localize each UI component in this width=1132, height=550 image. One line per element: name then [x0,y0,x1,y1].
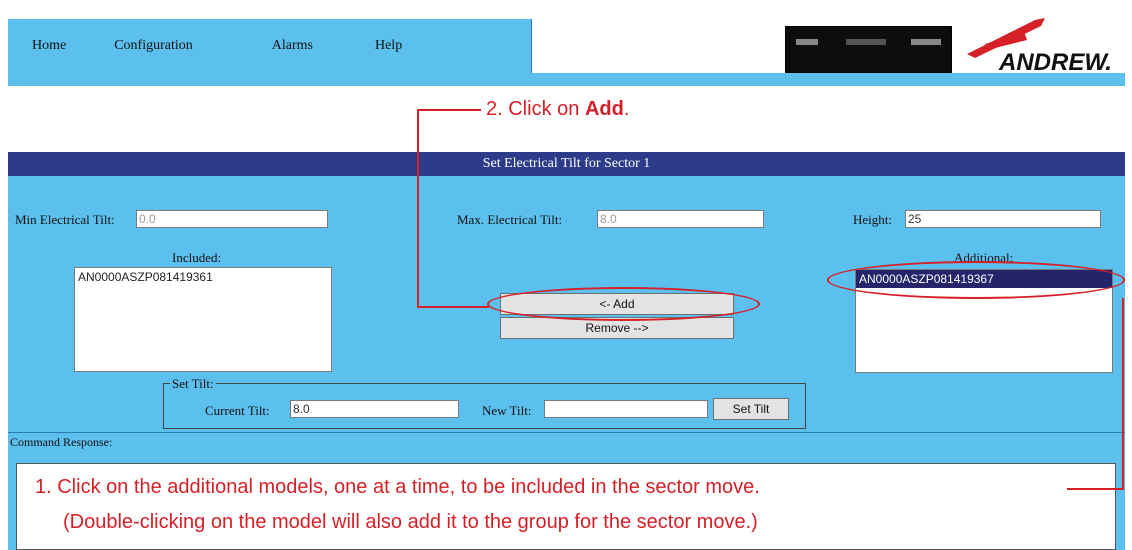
included-list-item[interactable]: AN0000ASZP081419361 [75,268,331,286]
min-tilt-label: Min Electrical Tilt: [15,212,115,227]
included-listbox[interactable]: AN0000ASZP081419361 [74,267,332,372]
device-led-indicator [796,39,818,45]
step2-leader-line [417,109,419,308]
device-product-image [785,26,952,73]
command-response-label: Command Response: [8,432,1125,452]
set-tilt-legend: Set Tilt: [170,376,216,392]
nav-configuration[interactable]: Configuration [114,38,193,54]
current-tilt-input[interactable]: 8.0 [290,400,459,418]
set-tilt-button[interactable]: Set Tilt [713,398,789,420]
new-tilt-label: New Tilt: [482,403,532,418]
height-label: Height: [853,212,892,227]
step2-leader-line [417,109,481,111]
included-label: Included: [172,250,222,265]
step1-leader-line [1122,298,1124,490]
step1-leader-line [1067,488,1124,490]
andrew-logo-text: ANDREW. [998,49,1112,76]
nav-divider [531,19,532,73]
device-led-indicator [911,39,941,45]
andrew-logo: ANDREW. [967,18,1112,76]
max-tilt-input[interactable]: 8.0 [597,210,764,228]
step1-callout-line2: (Double-clicking on the model will also … [63,511,758,533]
nav-help[interactable]: Help [375,38,402,54]
nav-alarms[interactable]: Alarms [272,38,313,54]
device-panel-label [846,39,886,45]
height-input[interactable]: 25 [905,210,1101,228]
additional-item-highlight [827,261,1125,299]
nav-underline-band [8,73,1125,86]
add-button-highlight [487,287,760,321]
max-tilt-label: Max. Electrical Tilt: [457,212,563,227]
step2-leader-line [417,306,489,308]
nav-home[interactable]: Home [32,38,66,54]
new-tilt-input[interactable] [544,400,708,418]
top-nav-bar: Home Configuration Alarms Help [8,19,531,74]
step2-callout: 2. Click on Add. [486,98,630,120]
section-title: Set Electrical Tilt for Sector 1 [8,152,1125,176]
min-tilt-input[interactable]: 0.0 [136,210,328,228]
current-tilt-label: Current Tilt: [205,403,270,418]
step1-callout-line1: 1. Click on the additional models, one a… [35,476,760,498]
